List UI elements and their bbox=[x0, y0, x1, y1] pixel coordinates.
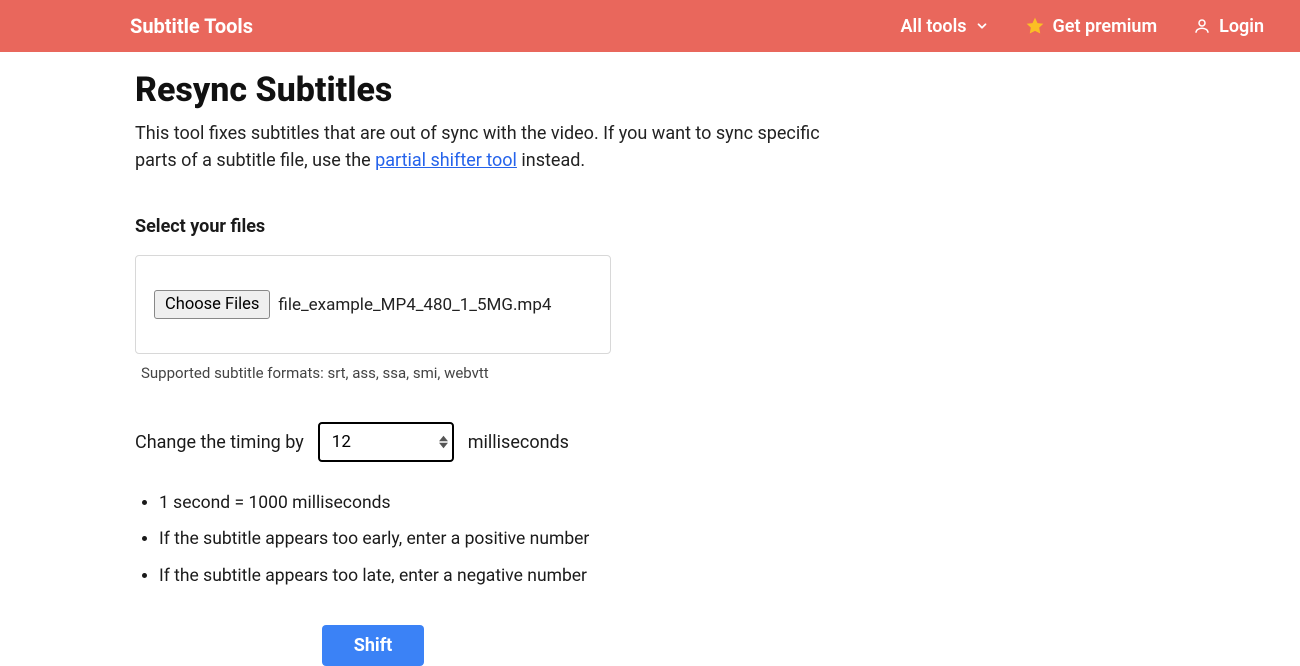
hint-item: If the subtitle appears too early, enter… bbox=[159, 526, 980, 552]
hint-item: If the subtitle appears too late, enter … bbox=[159, 563, 980, 589]
login-link[interactable]: Login bbox=[1193, 16, 1264, 37]
partial-shifter-link[interactable]: partial shifter tool bbox=[375, 150, 517, 171]
nav-bar: All tools Get premium Login bbox=[901, 16, 1264, 37]
selected-filename: file_example_MP4_480_1_5MG.mp4 bbox=[278, 295, 551, 315]
hints-list: 1 second = 1000 milliseconds If the subt… bbox=[135, 490, 980, 589]
main-content: Resync Subtitles This tool fixes subtitl… bbox=[0, 52, 980, 666]
login-label: Login bbox=[1219, 16, 1264, 37]
choose-files-button[interactable]: Choose Files bbox=[154, 290, 270, 319]
file-drop-zone[interactable]: Choose Files file_example_MP4_480_1_5MG.… bbox=[135, 255, 611, 354]
user-icon bbox=[1193, 17, 1211, 35]
site-header: Subtitle Tools All tools Get premium Log… bbox=[0, 0, 1300, 52]
timing-label-before: Change the timing by bbox=[135, 432, 304, 453]
desc-text-after: instead. bbox=[517, 150, 585, 171]
all-tools-label: All tools bbox=[901, 16, 967, 37]
timing-row: Change the timing by milliseconds bbox=[135, 422, 980, 462]
page-description: This tool fixes subtitles that are out o… bbox=[135, 120, 835, 174]
submit-row: Shift bbox=[135, 625, 611, 666]
brand-title[interactable]: Subtitle Tools bbox=[130, 14, 253, 38]
shift-button[interactable]: Shift bbox=[322, 625, 424, 666]
all-tools-dropdown[interactable]: All tools bbox=[901, 16, 989, 37]
star-icon bbox=[1025, 16, 1045, 36]
page-title: Resync Subtitles bbox=[135, 70, 980, 110]
timing-input-wrap bbox=[318, 422, 454, 462]
premium-label: Get premium bbox=[1053, 16, 1158, 37]
timing-label-after: milliseconds bbox=[468, 432, 569, 453]
get-premium-link[interactable]: Get premium bbox=[1025, 16, 1158, 37]
select-files-label: Select your files bbox=[135, 216, 980, 237]
supported-formats-text: Supported subtitle formats: srt, ass, ss… bbox=[141, 364, 980, 382]
hint-item: 1 second = 1000 milliseconds bbox=[159, 490, 980, 516]
timing-input[interactable] bbox=[318, 422, 454, 462]
chevron-down-icon bbox=[975, 19, 989, 33]
